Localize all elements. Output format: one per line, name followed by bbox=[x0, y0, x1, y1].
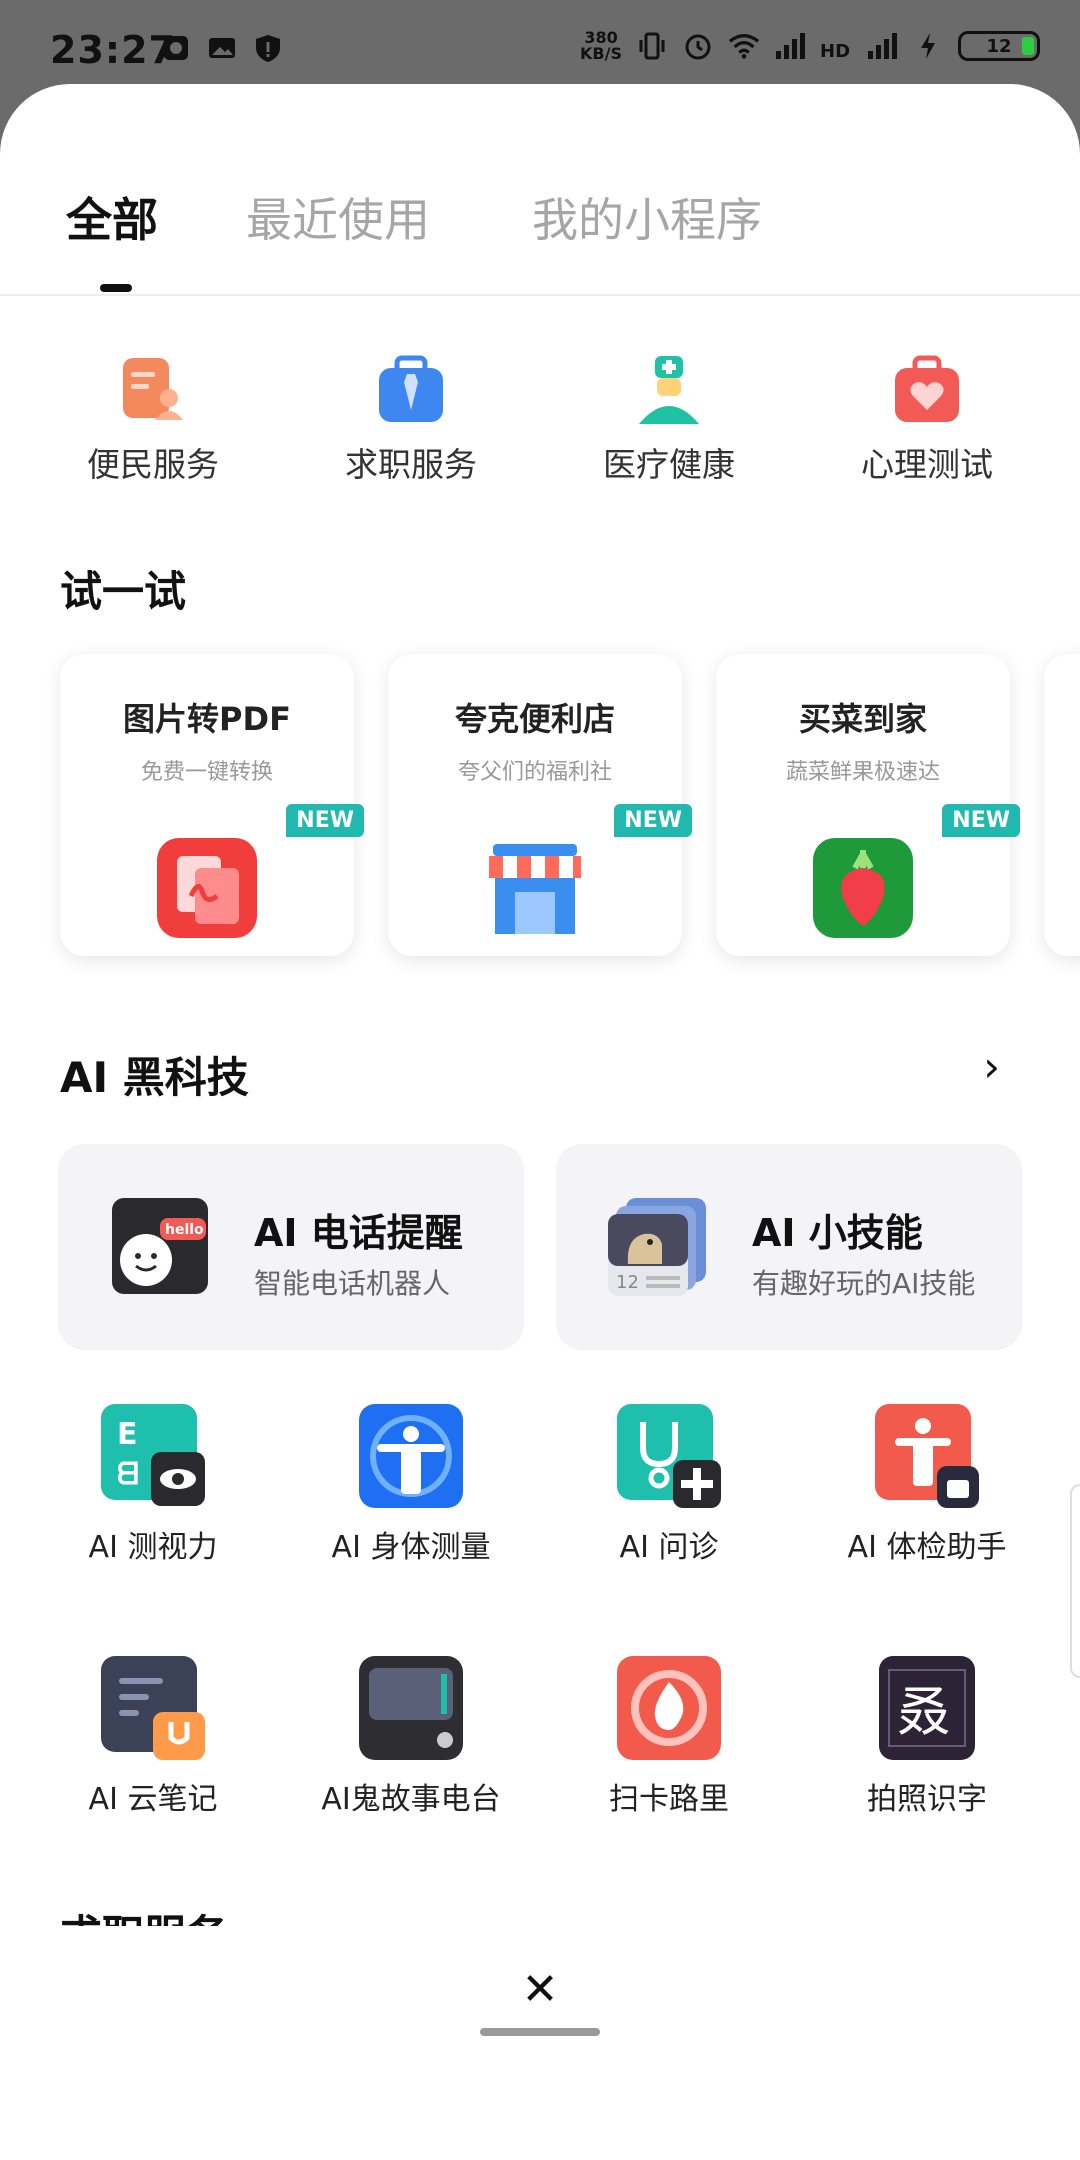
nurse-icon bbox=[633, 354, 705, 426]
id-card-icon bbox=[117, 354, 189, 426]
new-badge: NEW bbox=[614, 804, 692, 837]
card-subtitle: 有趣好玩的AI技能 bbox=[752, 1267, 976, 1300]
heart-bag-icon bbox=[891, 354, 963, 426]
new-badge: NEW bbox=[942, 804, 1020, 837]
close-button[interactable]: ✕ bbox=[520, 1968, 560, 2012]
pdf-icon bbox=[157, 838, 257, 938]
grid-item-eye-test[interactable]: Eᗺ AI 测视力 bbox=[24, 1404, 282, 1566]
card-title: AI 电话提醒 bbox=[254, 1211, 463, 1255]
svg-text:叒: 叒 bbox=[897, 1680, 951, 1743]
home-indicator[interactable] bbox=[480, 2028, 600, 2036]
stethoscope-icon bbox=[617, 1404, 721, 1508]
svg-text:12: 12 bbox=[616, 1272, 639, 1293]
battery-icon: 12 bbox=[958, 31, 1040, 61]
grid-item-label: AI 云笔记 bbox=[88, 1782, 218, 1817]
grid-item-body-measure[interactable]: AI 身体测量 bbox=[282, 1404, 540, 1566]
new-badge: NEW bbox=[286, 804, 364, 837]
card-title: AI 小技能 bbox=[752, 1211, 923, 1255]
mini-program-sheet: 全部 最近使用 我的小程序 便民服务 求职服务 医疗健康 心理测试 试一试 图片… bbox=[0, 84, 1080, 2160]
ai-card-mini-skills[interactable]: 12 AI 小技能 有趣好玩的AI技能 bbox=[556, 1144, 1022, 1350]
quick-services: 便民服务 求职服务 医疗健康 心理测试 bbox=[0, 354, 1080, 504]
grid-item-calorie-scan[interactable]: 扫卡路里 bbox=[540, 1656, 798, 1818]
try-card-grocery[interactable]: 买菜到家 蔬菜鲜果极速达 NEW bbox=[716, 654, 1020, 956]
section-title-ai: AI 黑科技 bbox=[60, 1053, 249, 1102]
quick-item-label: 医疗健康 bbox=[603, 445, 735, 484]
grid-item-label: AI鬼故事电台 bbox=[321, 1782, 501, 1817]
grid-item-consult[interactable]: AI 问诊 bbox=[540, 1404, 798, 1566]
grid-item-label: AI 身体测量 bbox=[331, 1530, 491, 1565]
signal-4g-icon-2 bbox=[866, 30, 898, 62]
notification-icon bbox=[160, 32, 192, 64]
scroll-indicator[interactable] bbox=[1070, 1484, 1080, 1678]
grid-item-photo-ocr[interactable]: 叒 拍照识字 bbox=[798, 1656, 1056, 1818]
cloud-note-icon bbox=[101, 1656, 205, 1760]
tab-indicator bbox=[100, 284, 132, 292]
quick-item-psych-test[interactable]: 心理测试 bbox=[798, 354, 1056, 486]
svg-text:ᗺ: ᗺ bbox=[117, 1457, 139, 1492]
alarm-icon bbox=[682, 30, 714, 62]
grid-item-label: AI 体检助手 bbox=[847, 1530, 1007, 1565]
character-ocr-icon: 叒 bbox=[875, 1656, 979, 1760]
card-subtitle: 夸父们的福利社 bbox=[457, 760, 612, 785]
status-time: 23:27 bbox=[50, 28, 176, 72]
quick-item-jobs[interactable]: 求职服务 bbox=[282, 354, 540, 486]
grid-item-checkup[interactable]: AI 体检助手 bbox=[798, 1404, 1056, 1566]
calorie-flame-icon bbox=[617, 1656, 721, 1760]
store-icon bbox=[485, 838, 585, 938]
card-subtitle: 免费一键转换 bbox=[140, 760, 273, 785]
tab-my-mini-programs[interactable]: 我的小程序 bbox=[532, 184, 762, 250]
try-card-peek[interactable] bbox=[1044, 654, 1080, 956]
grid-item-label: AI 测视力 bbox=[88, 1530, 218, 1565]
quick-item-label: 求职服务 bbox=[345, 445, 477, 484]
section-title-try: 试一试 bbox=[60, 567, 187, 616]
card-subtitle: 智能电话机器人 bbox=[254, 1267, 451, 1300]
tab-bar: 全部 最近使用 我的小程序 bbox=[0, 84, 1080, 296]
card-title: 买菜到家 bbox=[798, 700, 927, 738]
vibrate-icon bbox=[636, 30, 668, 62]
card-title: 图片转PDF bbox=[123, 700, 291, 738]
tab-all[interactable]: 全部 bbox=[66, 184, 158, 250]
grid-item-label: 扫卡路里 bbox=[609, 1782, 729, 1817]
wifi-icon bbox=[728, 30, 760, 62]
grid-item-label: 拍照识字 bbox=[867, 1782, 987, 1817]
svg-text:HD: HD bbox=[820, 41, 850, 61]
quick-item-label: 便民服务 bbox=[87, 445, 219, 484]
ai-section-more-button[interactable]: › bbox=[983, 1042, 1000, 1091]
eye-chart-icon: Eᗺ bbox=[101, 1404, 205, 1508]
photo-icon bbox=[206, 32, 238, 64]
charging-icon bbox=[912, 30, 944, 62]
network-speed: 380 KB/S bbox=[580, 28, 622, 63]
hd-icon: HD bbox=[820, 30, 852, 62]
grid-item-ghost-radio[interactable]: AI鬼故事电台 bbox=[282, 1656, 540, 1818]
quick-item-label: 心理测试 bbox=[861, 445, 993, 484]
svg-text:E: E bbox=[117, 1417, 138, 1452]
grid-item-label: AI 问诊 bbox=[619, 1530, 719, 1565]
card-title: 夸克便利店 bbox=[454, 700, 615, 738]
ai-card-phone-reminder[interactable]: hello AI 电话提醒 智能电话机器人 bbox=[58, 1144, 524, 1350]
card-subtitle: 蔬菜鲜果极速达 bbox=[785, 760, 940, 785]
quick-item-convenience[interactable]: 便民服务 bbox=[24, 354, 282, 486]
shield-icon bbox=[252, 32, 284, 64]
svg-text:hello: hello bbox=[165, 1222, 204, 1238]
tab-recent[interactable]: 最近使用 bbox=[246, 184, 430, 250]
quick-item-medical[interactable]: 医疗健康 bbox=[540, 354, 798, 486]
briefcase-tie-icon bbox=[375, 354, 447, 426]
radio-icon bbox=[359, 1656, 463, 1760]
skills-stack-icon: 12 bbox=[606, 1194, 710, 1298]
try-card-pdf[interactable]: 图片转PDF 免费一键转换 NEW bbox=[60, 654, 364, 956]
body-check-icon bbox=[875, 1404, 979, 1508]
status-bar: 23:27 380 KB/S HD 12 bbox=[0, 0, 1080, 84]
try-card-store[interactable]: 夸克便利店 夸父们的福利社 NEW bbox=[388, 654, 692, 956]
phone-robot-icon: hello bbox=[108, 1194, 212, 1298]
grid-item-cloud-note[interactable]: AI 云笔记 bbox=[24, 1656, 282, 1818]
signal-4g-icon bbox=[774, 30, 806, 62]
radish-icon bbox=[813, 838, 913, 938]
body-measure-icon bbox=[359, 1404, 463, 1508]
section-title-jobs-partial: 求职服务 bbox=[60, 1902, 228, 1926]
